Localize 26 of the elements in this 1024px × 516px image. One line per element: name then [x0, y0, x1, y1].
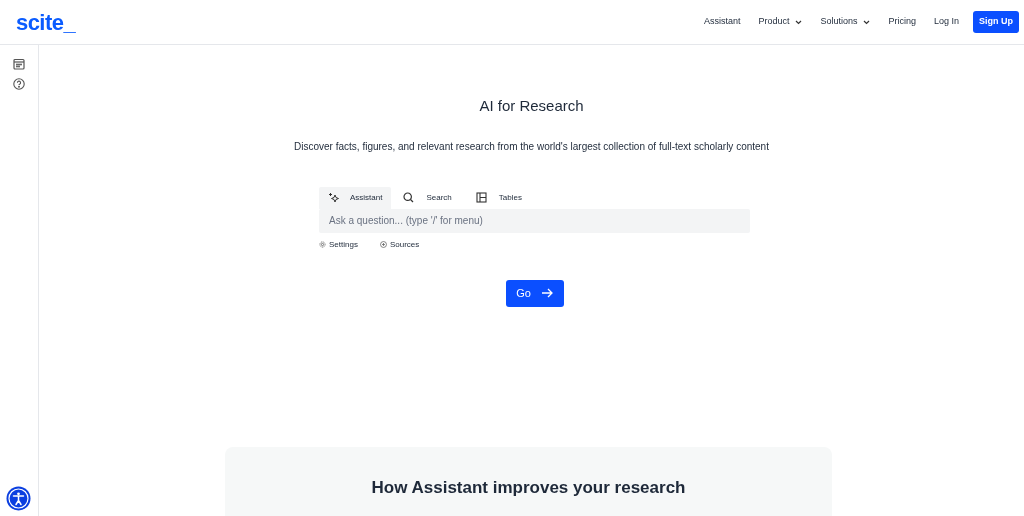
help-icon[interactable]: [13, 78, 25, 90]
nav-link[interactable]: Assistant: [703, 15, 741, 29]
arrow-right-icon: [540, 288, 553, 298]
nav-link[interactable]: Pricing: [888, 15, 916, 29]
settings-icon: [319, 241, 326, 248]
subtitle: Discover facts, figures, and relevant research from the world's largest collection of full-text scholarly content: [294, 139, 769, 154]
mode-tab[interactable]: Assistant: [319, 186, 392, 209]
search-icon: [403, 192, 415, 203]
plus-circle-icon: [379, 241, 387, 248]
nav-link[interactable]: Product: [758, 15, 803, 29]
sign-up-button[interactable]: Sign Up: [973, 11, 1019, 33]
option-button[interactable]: Sources: [379, 238, 420, 251]
go-button[interactable]: Go: [505, 279, 564, 307]
calendar-icon[interactable]: [13, 58, 25, 70]
accessibility-icon[interactable]: [6, 486, 31, 511]
chevron-down-icon: [795, 19, 803, 25]
table-icon: [475, 192, 487, 203]
logo[interactable]: scite_: [16, 5, 76, 39]
sparkle-icon: [328, 191, 340, 204]
question-field[interactable]: Ask a question... (type '/' for menu): [319, 208, 750, 233]
nav-link[interactable]: Log In: [933, 15, 959, 29]
chevron-down-icon: [863, 19, 871, 25]
page-title: AI for Research: [479, 96, 584, 116]
section-title: How Assistant improves your research: [371, 476, 686, 497]
nav-link[interactable]: Solutions: [820, 15, 871, 29]
option-button[interactable]: Settings: [319, 238, 358, 251]
